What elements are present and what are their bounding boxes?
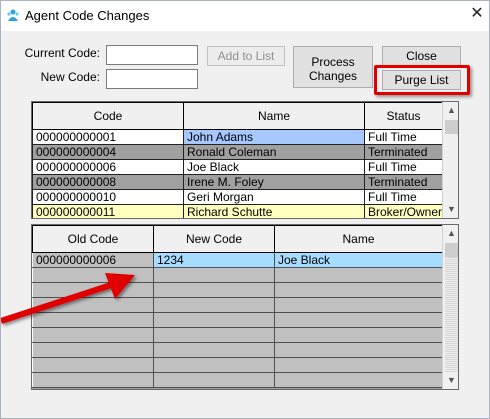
empty-cell (274, 342, 443, 358)
scroll-up-icon[interactable]: ▲ (443, 102, 458, 119)
status-column-header[interactable]: Status (364, 102, 443, 130)
name-cell: Geri Morgan (183, 189, 365, 205)
empty-cell (153, 312, 275, 328)
old-code-column-header[interactable]: Old Code (32, 225, 154, 253)
empty-cell (32, 342, 154, 358)
table-row[interactable]: 000000000010 Geri Morgan Full Time (32, 189, 443, 205)
new-code-column-header[interactable]: New Code (153, 225, 275, 253)
new-code-input[interactable] (106, 69, 198, 89)
empty-row[interactable] (32, 342, 443, 358)
status-cell: Full Time (364, 129, 443, 145)
table-row[interactable]: 000000000006 Joe Black Full Time (32, 159, 443, 175)
current-code-input[interactable] (106, 45, 198, 65)
window-title: Agent Code Changes (25, 8, 150, 23)
table-row[interactable]: 000000000008 Irene M. Foley Terminated (32, 174, 443, 190)
name-cell: Richard Schutte (183, 204, 365, 218)
table-row[interactable]: 000000000006 1234 Joe Black (32, 252, 443, 268)
new-code-cell: 1234 (153, 252, 275, 268)
name-column-header[interactable]: Name (183, 102, 365, 130)
empty-cell (153, 327, 275, 343)
code-cell: 000000000004 (32, 144, 184, 160)
close-button[interactable]: Close (382, 46, 461, 66)
current-code-label: Current Code: (24, 46, 100, 60)
scroll-thumb[interactable] (445, 243, 458, 257)
scroll-up-icon[interactable]: ▲ (443, 225, 458, 242)
empty-cell (274, 312, 443, 328)
empty-cell (274, 282, 443, 298)
table-row[interactable]: 000000000011 Richard Schutte Broker/Owne… (32, 204, 443, 218)
name-cell: Joe Black (183, 159, 365, 175)
empty-cell (274, 267, 443, 283)
scroll-thumb[interactable] (445, 120, 458, 134)
code-cell: 000000000006 (32, 159, 184, 175)
red-arrow-annotation (1, 273, 135, 324)
code-cell: 000000000008 (32, 174, 184, 190)
empty-cell (274, 372, 443, 388)
code-column-header[interactable]: Code (32, 102, 184, 130)
changes-grid-scrollbar[interactable]: ▲ ▼ (442, 225, 458, 389)
code-cell: 000000000010 (32, 189, 184, 205)
empty-cell (153, 267, 275, 283)
name-cell: Irene M. Foley (183, 174, 365, 190)
scroll-down-icon[interactable]: ▼ (443, 201, 458, 218)
code-cell: 000000000011 (32, 204, 184, 218)
new-code-label: New Code: (40, 70, 100, 84)
status-cell: Terminated (364, 174, 443, 190)
code-cell: 000000000001 (32, 129, 184, 145)
changes-name-column-header[interactable]: Name (274, 225, 443, 253)
status-cell: Full Time (364, 189, 443, 205)
status-cell: Broker/Owner (364, 204, 443, 218)
add-to-list-button[interactable]: Add to List (207, 46, 285, 66)
empty-cell (274, 297, 443, 313)
agents-grid-scrollbar[interactable]: ▲ ▼ (442, 102, 458, 218)
old-code-cell: 000000000006 (32, 252, 154, 268)
name-cell: Ronald Coleman (183, 144, 365, 160)
empty-row[interactable] (32, 372, 443, 388)
process-changes-label-line1: Process (311, 55, 355, 69)
process-changes-button[interactable]: Process Changes (293, 46, 373, 88)
empty-cell (274, 327, 443, 343)
empty-cell (153, 357, 275, 373)
empty-cell (153, 282, 275, 298)
name-cell: John Adams (183, 129, 365, 145)
table-row[interactable]: 000000000004 Ronald Coleman Terminated (32, 144, 443, 160)
purge-list-button[interactable]: Purge List (382, 70, 461, 90)
scroll-track[interactable] (445, 257, 458, 372)
agents-grid[interactable]: Code Name Status 000000000001 John Adams… (31, 101, 459, 219)
scroll-down-icon[interactable]: ▼ (443, 372, 458, 389)
empty-cell (32, 357, 154, 373)
empty-cell (153, 372, 275, 388)
table-row[interactable]: 000000000001 John Adams Full Time (32, 129, 443, 145)
process-changes-label-line2: Changes (308, 69, 358, 84)
title-bar: Agent Code Changes ✕ (1, 1, 489, 31)
status-cell: Terminated (364, 144, 443, 160)
app-icon (7, 9, 19, 21)
status-cell: Full Time (364, 159, 443, 175)
close-icon[interactable]: ✕ (468, 4, 486, 24)
agent-code-changes-window: Agent Code Changes ✕ Current Code: New C… (0, 0, 490, 419)
empty-row[interactable] (32, 357, 443, 373)
name-cell: Joe Black (274, 252, 443, 268)
empty-cell (153, 342, 275, 358)
empty-cell (274, 357, 443, 373)
empty-cell (153, 297, 275, 313)
empty-cell (32, 372, 154, 388)
